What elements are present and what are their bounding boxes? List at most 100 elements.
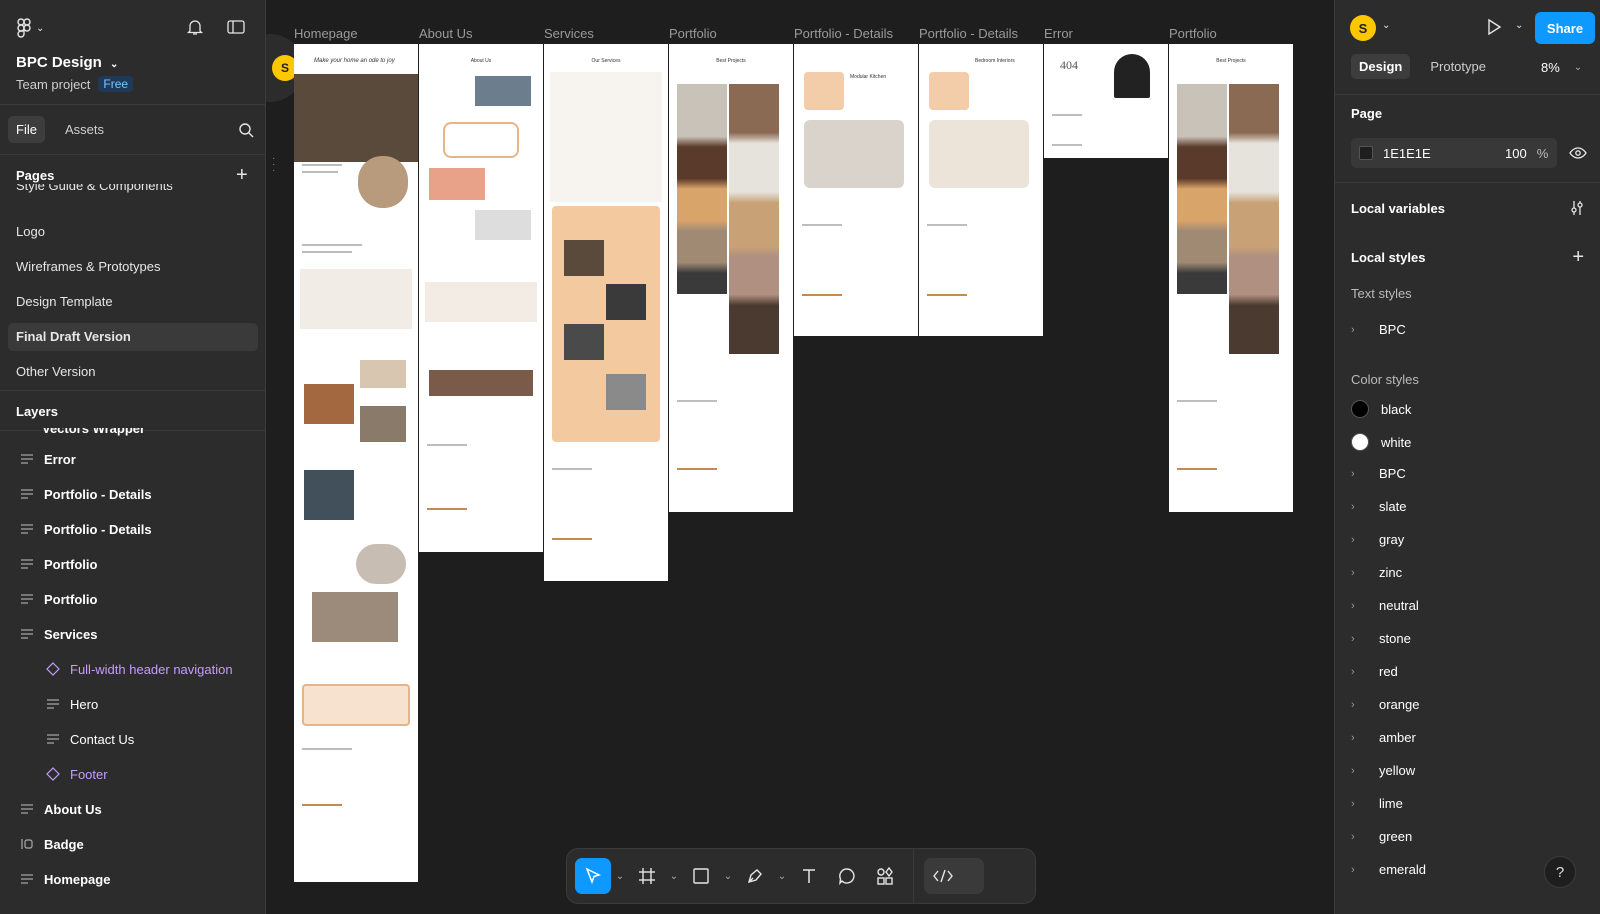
- tab-prototype[interactable]: Prototype: [1422, 54, 1494, 79]
- color-style-group[interactable]: › red: [1351, 664, 1584, 679]
- frame-error[interactable]: 404: [1044, 44, 1168, 158]
- chevron-down-icon[interactable]: ⌄: [775, 871, 789, 882]
- shape-tool-button[interactable]: [683, 858, 719, 894]
- frame-heading: 404: [1060, 58, 1078, 72]
- page-item-wireframes[interactable]: Wireframes & Prototypes: [8, 253, 258, 281]
- add-style-icon[interactable]: +: [1572, 246, 1584, 269]
- frame-services[interactable]: Our Services: [544, 44, 668, 581]
- text-line: [427, 444, 467, 446]
- tab-assets[interactable]: Assets: [57, 116, 112, 143]
- fill-hex-input[interactable]: 1E1E1E: [1383, 146, 1493, 161]
- frame-details-2[interactable]: Bedroom Interiors: [919, 44, 1043, 336]
- layer-item[interactable]: Homepage: [0, 865, 265, 893]
- chevron-down-icon[interactable]: ⌄: [667, 871, 681, 882]
- tab-file[interactable]: File: [8, 116, 45, 143]
- frame-label-details-1[interactable]: Portfolio - Details: [794, 26, 893, 41]
- layer-item[interactable]: Contact Us: [0, 725, 265, 753]
- color-group-label: red: [1379, 664, 1398, 679]
- text-style-group[interactable]: › BPC: [1351, 322, 1584, 337]
- color-style-group[interactable]: › orange: [1351, 697, 1584, 712]
- page-item-design-template[interactable]: Design Template: [8, 288, 258, 316]
- sidebar-toggle-icon[interactable]: [226, 18, 246, 36]
- bell-icon[interactable]: [186, 18, 204, 36]
- color-style-item[interactable]: white: [1351, 433, 1584, 451]
- frame-label-portfolio[interactable]: Portfolio: [669, 26, 717, 41]
- color-style-group[interactable]: › neutral: [1351, 598, 1584, 613]
- pen-tool-button[interactable]: [737, 858, 773, 894]
- frame-portfolio-2[interactable]: Best Projects: [1169, 44, 1293, 512]
- search-icon[interactable]: [238, 122, 254, 138]
- page-item-logo[interactable]: Logo: [8, 218, 258, 246]
- tab-design[interactable]: Design: [1351, 54, 1411, 79]
- layer-item[interactable]: Portfolio: [0, 585, 265, 613]
- page-fill-field[interactable]: 1E1E1E 100 %: [1351, 138, 1557, 168]
- color-style-group[interactable]: › slate: [1351, 499, 1584, 514]
- color-style-item[interactable]: black: [1351, 400, 1584, 418]
- page-item-partial[interactable]: Style Guide & Components: [16, 184, 173, 198]
- image: [356, 544, 406, 584]
- frame-layer-icon: [46, 697, 60, 711]
- color-style-group[interactable]: › green: [1351, 829, 1584, 844]
- fill-swatch[interactable]: [1359, 146, 1373, 160]
- layer-item[interactable]: Portfolio - Details: [0, 515, 265, 543]
- page-item-final-draft[interactable]: Final Draft Version: [8, 323, 258, 351]
- add-page-icon[interactable]: +: [236, 164, 248, 187]
- share-button[interactable]: Share: [1535, 12, 1595, 44]
- frame-label-error[interactable]: Error: [1044, 26, 1073, 41]
- layer-partial[interactable]: Vectors Wrapper: [42, 428, 145, 436]
- user-avatar[interactable]: S: [1350, 15, 1376, 41]
- layer-item[interactable]: Error: [0, 445, 265, 473]
- eye-icon[interactable]: [1569, 146, 1587, 160]
- toolbar-divider: [913, 848, 914, 904]
- frame-label-portfolio-2[interactable]: Portfolio: [1169, 26, 1217, 41]
- color-style-group[interactable]: › gray: [1351, 532, 1584, 547]
- comment-tool-button[interactable]: [829, 858, 865, 894]
- frame-label-services[interactable]: Services: [544, 26, 594, 41]
- layer-item[interactable]: Footer: [0, 760, 265, 788]
- actions-button[interactable]: [867, 858, 903, 894]
- dev-mode-toggle[interactable]: [924, 858, 984, 894]
- frame-label-details-2[interactable]: Portfolio - Details: [919, 26, 1018, 41]
- frame-label-homepage[interactable]: Homepage: [294, 26, 358, 41]
- frame-about[interactable]: About Us: [419, 44, 543, 552]
- layer-item[interactable]: About Us: [0, 795, 265, 823]
- project-title[interactable]: BPC Design ⌄: [16, 54, 118, 71]
- color-style-group[interactable]: › zinc: [1351, 565, 1584, 580]
- layer-item[interactable]: Services: [0, 620, 265, 648]
- layer-item[interactable]: Badge: [0, 830, 265, 858]
- text-tool-button[interactable]: [791, 858, 827, 894]
- color-style-group[interactable]: › lime: [1351, 796, 1584, 811]
- text-line: [802, 294, 842, 296]
- actions-icon: [877, 867, 893, 885]
- play-icon[interactable]: [1486, 18, 1502, 36]
- color-style-group[interactable]: › amber: [1351, 730, 1584, 745]
- chevron-down-icon[interactable]: ⌄: [1382, 20, 1390, 31]
- frame-label-about[interactable]: About Us: [419, 26, 472, 41]
- help-button[interactable]: ?: [1544, 856, 1576, 888]
- canvas[interactable]: S · · · Homepage About Us Services Portfol…: [266, 0, 1334, 914]
- color-style-group[interactable]: › stone: [1351, 631, 1584, 646]
- frame-portfolio[interactable]: Best Projects: [669, 44, 793, 512]
- frame-tool-button[interactable]: [629, 858, 665, 894]
- zoom-control[interactable]: 8% ⌄: [1541, 60, 1582, 75]
- local-variables-row[interactable]: Local variables: [1351, 200, 1584, 216]
- move-tool-button[interactable]: [575, 858, 611, 894]
- design-prototype-tabs: Design Prototype: [1351, 54, 1494, 79]
- chevron-down-icon[interactable]: ⌄: [721, 871, 735, 882]
- page-item-other-version[interactable]: Other Version: [8, 358, 258, 386]
- frame-homepage[interactable]: Make your home an ode to joy: [294, 44, 418, 882]
- variables-settings-icon[interactable]: [1570, 200, 1584, 216]
- fill-opacity-input[interactable]: 100: [1505, 146, 1527, 161]
- layer-item[interactable]: Portfolio: [0, 550, 265, 578]
- hero-image: [294, 74, 418, 162]
- layer-item[interactable]: Portfolio - Details: [0, 480, 265, 508]
- layer-item[interactable]: Hero: [0, 690, 265, 718]
- color-style-group[interactable]: › yellow: [1351, 763, 1584, 778]
- layer-item[interactable]: Full-width header navigation: [0, 655, 265, 683]
- color-group-label: gray: [1379, 532, 1405, 547]
- color-style-group[interactable]: › BPC: [1351, 466, 1584, 481]
- chevron-down-icon[interactable]: ⌄: [613, 871, 627, 882]
- frame-details-1[interactable]: Modular Kitchen: [794, 44, 918, 336]
- main-menu-button[interactable]: ⌄: [16, 18, 44, 38]
- chevron-down-icon[interactable]: ⌄: [1515, 20, 1523, 31]
